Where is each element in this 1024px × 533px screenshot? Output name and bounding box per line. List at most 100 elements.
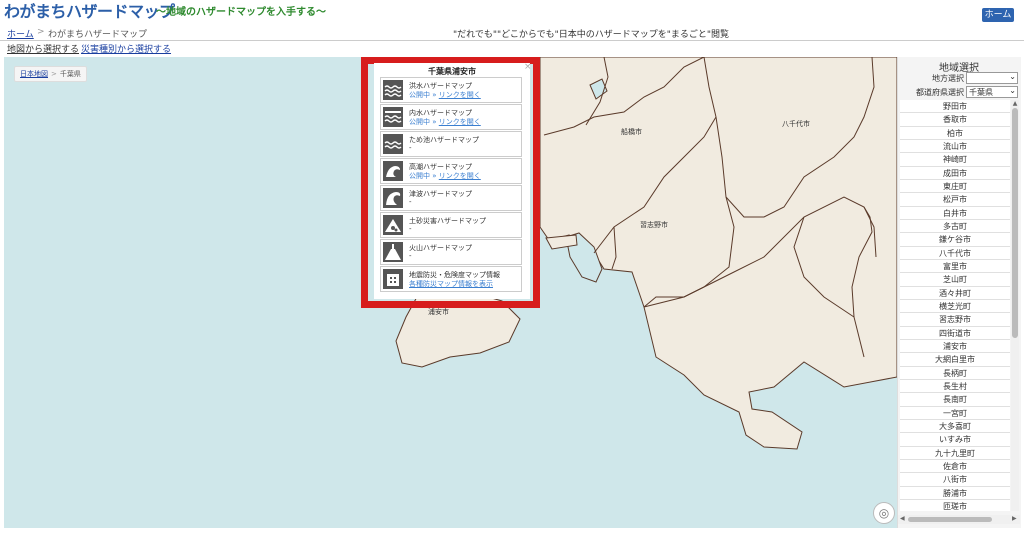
select-by-disaster-link[interactable]: 災害種別から選択する <box>81 42 171 55</box>
map-breadcrumb: 日本地図 > 千葉県 <box>14 66 87 82</box>
municipality-item[interactable]: いすみ市 <box>900 433 1010 447</box>
prefecture-select-value: 千葉県 <box>969 88 993 97</box>
inland-flood-icon <box>383 107 403 127</box>
prefecture-select-row: 都道府県選択 千葉県 ⌄ <box>898 86 1021 99</box>
municipality-item[interactable]: 成田市 <box>900 166 1010 180</box>
municipality-item[interactable]: 大多喜町 <box>900 419 1010 434</box>
municipality-item[interactable]: 八街市 <box>900 473 1010 487</box>
chevron-down-icon: ⌄ <box>1009 72 1016 81</box>
selection-mode-bar: 地図から選択する 災害種別から選択する <box>0 42 1024 55</box>
scroll-up-icon[interactable]: ▲ <box>1011 100 1019 107</box>
published-badge: 公開中 <box>409 91 430 99</box>
hazard-name: 津波ハザードマップ <box>409 190 472 198</box>
municipality-list[interactable]: 野田市 香取市 柏市 流山市 神崎町 成田市 東庄町 松戸市 白井市 多古町 鎌ケ谷市 八千代市 富里市… <box>900 100 1010 511</box>
hazard-status: 公開中 » リンクを開く <box>409 171 481 181</box>
hazard-item-storm-surge: 高潮ハザードマップ 公開中 » リンクを開く <box>380 158 522 184</box>
select-by-map-link[interactable]: 地図から選択する <box>7 42 79 55</box>
site-header: わがまちハザードマップ ～地域のハザードマップを入手する～ ホーム <box>0 0 1024 24</box>
municipality-item[interactable]: 富里市 <box>900 259 1010 274</box>
municipality-item[interactable]: 八千代市 <box>900 246 1010 260</box>
prefecture-label: 都道府県選択 <box>916 88 964 97</box>
hazard-status: - <box>409 252 412 260</box>
municipality-item[interactable]: 長生村 <box>900 379 1010 394</box>
municipality-item[interactable]: 一宮町 <box>900 406 1010 420</box>
hazard-name: 火山ハザードマップ <box>409 244 472 252</box>
city-label-yachiyo[interactable]: 八千代市 <box>782 119 810 129</box>
site-subtitle: ～地域のハザードマップを入手する～ <box>156 7 326 18</box>
municipality-item[interactable]: 流山市 <box>900 139 1010 154</box>
storm-surge-icon <box>383 161 403 181</box>
scroll-left-icon[interactable]: ◀ <box>900 515 905 522</box>
municipality-item[interactable]: 習志野市 <box>900 313 1010 327</box>
separator: » <box>432 118 437 126</box>
open-link[interactable]: リンクを開く <box>439 91 481 99</box>
separator: » <box>432 91 437 99</box>
hazard-status: - <box>409 198 412 206</box>
municipality-item[interactable]: 白井市 <box>900 206 1010 220</box>
municipality-item[interactable]: 横芝光町 <box>900 299 1010 314</box>
hazard-item-tsunami: 津波ハザードマップ - <box>380 185 522 211</box>
municipality-item[interactable]: 柏市 <box>900 126 1010 140</box>
municipality-item[interactable]: 神崎町 <box>900 153 1010 167</box>
map-breadcrumb-separator: > <box>51 70 57 78</box>
landslide-icon <box>383 215 403 235</box>
hazard-item-volcano: 火山ハザードマップ - <box>380 239 522 265</box>
hazard-item-inland-flood: 内水ハザードマップ 公開中 » リンクを開く <box>380 104 522 130</box>
vertical-scrollbar[interactable]: ▲ <box>1011 100 1019 511</box>
hazard-status: 公開中 » リンクを開く <box>409 90 481 100</box>
municipality-item[interactable]: 九十九里町 <box>900 446 1010 460</box>
municipality-item[interactable]: 大網白里市 <box>900 353 1010 367</box>
scrollbar-thumb[interactable] <box>908 517 992 522</box>
breadcrumb-home-link[interactable]: ホーム <box>7 27 34 40</box>
municipality-item[interactable]: 長柄町 <box>900 366 1010 380</box>
locate-icon[interactable]: ◎ <box>873 502 895 524</box>
hazard-name: 土砂災害ハザードマップ <box>409 217 486 225</box>
breadcrumb-current: わがまちハザードマップ <box>48 30 148 40</box>
published-badge: 公開中 <box>409 172 430 180</box>
prefecture-select[interactable]: 千葉県 ⌄ <box>966 86 1018 98</box>
scroll-right-icon[interactable]: ▶ <box>1012 515 1017 522</box>
open-link[interactable]: 各種防災マップ情報を表示 <box>409 280 493 288</box>
municipality-item[interactable]: 匝瑳市 <box>900 499 1010 511</box>
municipality-item[interactable]: 松戸市 <box>900 193 1010 207</box>
municipality-item[interactable]: 鎌ケ谷市 <box>900 233 1010 247</box>
home-button[interactable]: ホーム <box>982 8 1014 22</box>
city-label-urayasu[interactable]: 浦安市 <box>428 307 449 317</box>
city-label-funabashi[interactable]: 船橋市 <box>621 127 642 137</box>
hazard-popup: × 千葉県浦安市 洪水ハザードマップ 公開中 » リンクを開く 内水ハザードマッ… <box>374 62 532 299</box>
municipality-item[interactable]: 野田市 <box>900 100 1010 114</box>
municipality-item[interactable]: 酒々井町 <box>900 286 1010 300</box>
municipality-item[interactable]: 香取市 <box>900 113 1010 127</box>
hazard-item-landslide: 土砂災害ハザードマップ - <box>380 212 522 238</box>
breadcrumb-separator: > <box>37 27 45 37</box>
map-breadcrumb-japan-link[interactable]: 日本地図 <box>20 70 48 78</box>
municipality-item[interactable]: 佐倉市 <box>900 459 1010 474</box>
municipality-item[interactable]: 芝山町 <box>900 273 1010 287</box>
chevron-down-icon: ⌄ <box>1009 86 1016 95</box>
municipality-item[interactable]: 浦安市 <box>900 339 1010 354</box>
tsunami-icon <box>383 188 403 208</box>
popup-title: 千葉県浦安市 <box>428 67 476 76</box>
horizontal-scrollbar[interactable]: ◀ ▶ <box>898 515 1020 524</box>
region-select-row: 地方選択 ⌄ <box>898 72 1021 85</box>
volcano-icon <box>383 242 403 262</box>
scrollbar-thumb[interactable] <box>1012 108 1018 338</box>
flood-icon <box>383 80 403 100</box>
hazard-item-earthquake: 地震防災・危険度マップ情報 各種防災マップ情報を表示 <box>380 266 522 292</box>
open-link[interactable]: リンクを開く <box>439 172 481 180</box>
hazard-status: - <box>409 144 412 152</box>
municipality-item[interactable]: 勝浦市 <box>900 486 1010 500</box>
city-label-narashino[interactable]: 習志野市 <box>640 220 668 230</box>
published-badge: 公開中 <box>409 118 430 126</box>
municipality-item[interactable]: 四街道市 <box>900 326 1010 340</box>
municipality-item[interactable]: 多古町 <box>900 219 1010 234</box>
map-breadcrumb-current: 千葉県 <box>59 70 81 78</box>
site-title[interactable]: わがまちハザードマップ <box>4 0 175 22</box>
reservoir-icon <box>383 134 403 154</box>
hazard-item-reservoir: ため池ハザードマップ - <box>380 131 522 157</box>
open-link[interactable]: リンクを開く <box>439 118 481 126</box>
region-select[interactable]: ⌄ <box>966 72 1018 84</box>
hazard-status: 各種防災マップ情報を表示 <box>409 279 493 289</box>
municipality-item[interactable]: 長南町 <box>900 393 1010 407</box>
municipality-item[interactable]: 東庄町 <box>900 179 1010 194</box>
